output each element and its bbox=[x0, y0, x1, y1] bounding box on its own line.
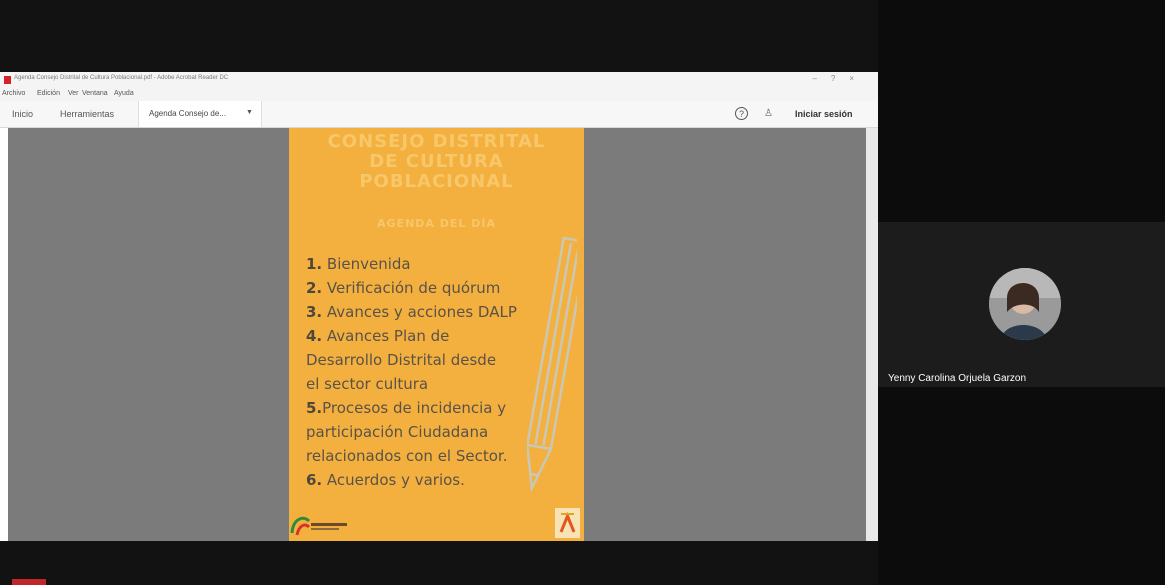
agenda-line: 5.Procesos de incidencia y bbox=[306, 399, 507, 417]
menu-ventana[interactable]: Ventana bbox=[82, 90, 108, 97]
tab-document[interactable]: Agenda Consejo de... ▼ bbox=[138, 101, 262, 127]
scrollbar[interactable] bbox=[866, 128, 878, 541]
tab-document-label: Agenda Consejo de... bbox=[149, 109, 226, 118]
window-controls[interactable]: –?× bbox=[812, 74, 868, 83]
shared-screen: Agenda Consejo Distrital de Cultura Pobl… bbox=[0, 0, 878, 585]
agenda-line: 4. Avances Plan de bbox=[306, 327, 450, 345]
participant-video-tile[interactable]: Yenny Carolina Orjuela Garzon bbox=[878, 222, 1165, 387]
pdf-page: CONSEJO DISTRITAL DE CULTURA POBLACIONAL… bbox=[289, 128, 584, 541]
agenda-line: 3. Avances y acciones DALP bbox=[306, 303, 517, 321]
menu-archivo[interactable]: Archivo bbox=[2, 90, 25, 97]
menu-edicion[interactable]: Edición bbox=[37, 90, 60, 97]
participant-name: Yenny Carolina Orjuela Garzon bbox=[888, 373, 1027, 384]
bell-icon[interactable]: ♙ bbox=[764, 108, 773, 119]
help-icon[interactable]: ? bbox=[735, 107, 748, 120]
slide-title-line: CONSEJO DISTRITAL bbox=[327, 131, 546, 152]
acrobat-app-icon bbox=[4, 76, 11, 84]
slide-title-line: DE CULTURA bbox=[369, 151, 504, 172]
agenda-line: el sector cultura bbox=[306, 375, 429, 393]
tab-inicio[interactable]: Inicio bbox=[12, 109, 33, 119]
agenda-line: 6. Acuerdos y varios. bbox=[306, 471, 465, 489]
tab-herramientas[interactable]: Herramientas bbox=[60, 109, 114, 119]
menu-bar: Archivo Edición Ver Ventana Ayuda bbox=[0, 88, 878, 101]
sign-in-button[interactable]: Iniciar sesión bbox=[795, 109, 853, 119]
recording-indicator bbox=[12, 579, 46, 585]
menu-ayuda[interactable]: Ayuda bbox=[114, 90, 134, 97]
district-logo bbox=[555, 508, 580, 538]
agenda-line: 1. Bienvenida bbox=[306, 255, 411, 273]
agenda-list: 1. Bienvenida 2. Verificación de quórum … bbox=[306, 252, 541, 492]
agenda-line: participación Ciudadana bbox=[306, 423, 489, 441]
agenda-line: relacionados con el Sector. bbox=[306, 447, 508, 465]
agenda-line: Desarrollo Distrital desde bbox=[306, 351, 497, 369]
menu-ver[interactable]: Ver bbox=[68, 90, 79, 97]
window-title-bar: Agenda Consejo Distrital de Cultura Pobl… bbox=[0, 72, 878, 88]
pencil-icon bbox=[527, 236, 577, 493]
share-top-margin bbox=[0, 0, 878, 72]
window-title: Agenda Consejo Distrital de Cultura Pobl… bbox=[14, 75, 229, 81]
tab-bar: Inicio Herramientas Agenda Consejo de...… bbox=[0, 101, 878, 128]
consejo-logo bbox=[290, 516, 347, 536]
chevron-down-icon[interactable]: ▼ bbox=[246, 109, 253, 116]
share-bottom-margin bbox=[0, 541, 878, 585]
slide-title-line: POBLACIONAL bbox=[359, 171, 514, 192]
agenda-line: 2. Verificación de quórum bbox=[306, 279, 501, 297]
slide-title: CONSEJO DISTRITAL DE CULTURA POBLACIONAL bbox=[289, 132, 584, 192]
avatar bbox=[989, 268, 1061, 340]
